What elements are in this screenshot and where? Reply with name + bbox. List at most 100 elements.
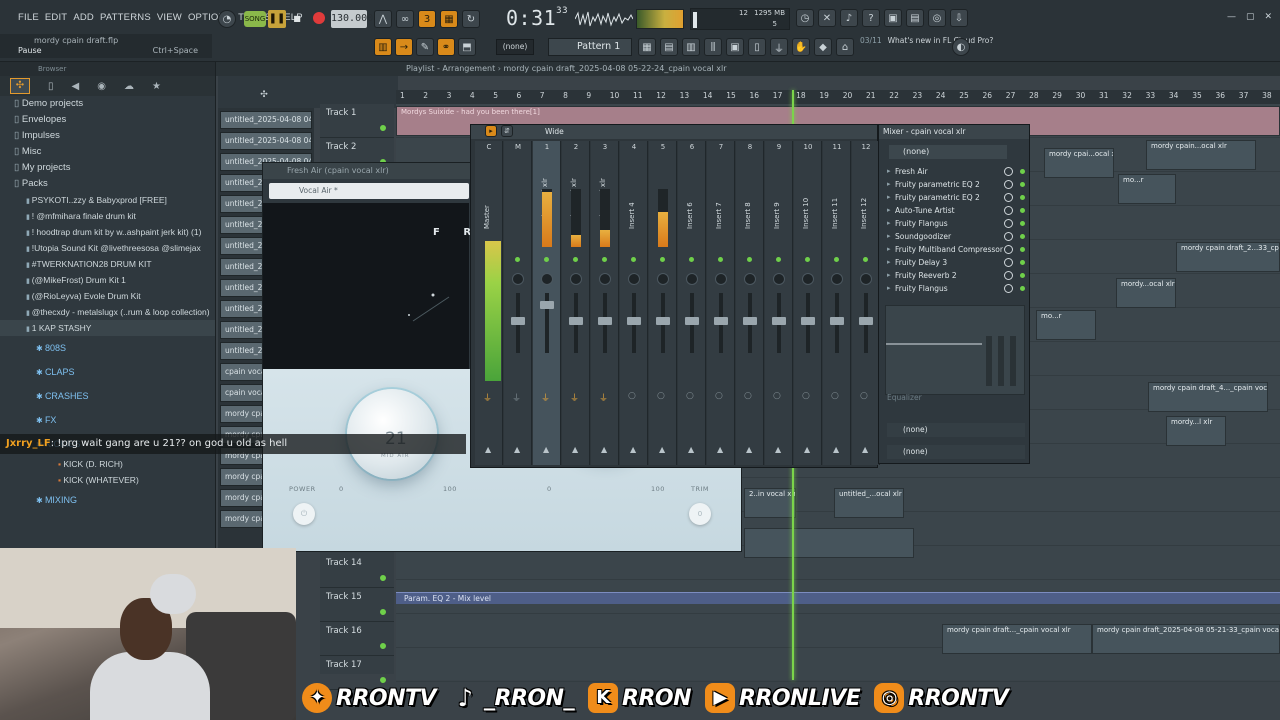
browser-star-icon[interactable]: ★ [152,81,161,92]
slot-enable-led[interactable] [1020,182,1025,187]
browser-item-leaf[interactable]: KICK (D. RICH) [0,456,215,472]
mixer-strip[interactable]: 5Insert 5○▲ [649,141,677,465]
browser-item-pack[interactable]: (@MikeFrost) Drum Kit 1 [0,272,215,288]
strip-enable-led[interactable] [602,257,607,262]
effect-slot[interactable]: Fruity parametric EQ 2 [887,191,1027,204]
slot-mix-knob[interactable] [1004,232,1013,241]
chat-icon[interactable]: ◎ [928,9,946,27]
send-arrow-icon[interactable]: ▲ [717,445,723,454]
fader-handle[interactable] [772,317,786,325]
send-arrow-icon[interactable]: ▲ [630,445,636,454]
strip-enable-led[interactable] [515,257,520,262]
strip-enable-led[interactable] [747,257,752,262]
effect-slot[interactable]: Soundgoodizer [887,230,1027,243]
browser-item-pack[interactable]: !Utopia Sound Kit @livethreesosa @slimej… [0,240,215,256]
fader-handle[interactable] [656,317,670,325]
power-button[interactable]: ⏻ [293,503,315,525]
strip-enable-led[interactable] [660,257,665,262]
tools-icon[interactable]: ✕ [818,9,836,27]
marker-icon[interactable]: ◆ [814,38,832,56]
countdown-icon[interactable]: 3 [418,10,436,28]
mixer-input[interactable]: (none) [889,145,1007,159]
fader-handle[interactable] [598,317,612,325]
menu-view[interactable]: VIEW [157,12,182,23]
download-icon[interactable]: ⇩ [950,9,968,27]
slot-enable-led[interactable] [1020,234,1025,239]
route-icon[interactable]: ○ [860,391,868,401]
browser-item-pack[interactable]: ! hoodtrap drum kit by w..ashpaint jerk … [0,224,215,240]
fader-handle[interactable] [627,317,641,325]
track-enable-led[interactable] [380,125,386,131]
maximize-icon[interactable]: ▢ [1246,12,1255,22]
mixer-strip[interactable]: 10 Insert 10 ○ ▲ [794,141,822,465]
mixer-strip[interactable]: 11 Insert 11 ○ ▲ [823,141,851,465]
clip-vocal[interactable]: 2..in vocal xlr [744,488,796,518]
mixer-strip[interactable]: 3cpain vocal xlr⏚▲ [591,141,619,465]
playlist-menu-icon[interactable]: ✣ [256,88,272,102]
browser-item-sub[interactable]: 808S [0,336,215,360]
slot-enable-led[interactable] [1020,221,1025,226]
wait-icon[interactable]: ∞ [396,10,414,28]
snap-icon[interactable]: ◷ [796,9,814,27]
route-icon[interactable]: ○ [715,391,723,401]
pan-knob[interactable] [744,273,756,285]
channel-rack-icon[interactable]: ▦ [638,38,656,56]
route-icon[interactable]: ⏚ [483,391,492,404]
browser-item-sub[interactable]: MIXING [0,488,215,512]
send-arrow-icon[interactable]: ▲ [688,445,694,454]
news-panel[interactable]: 03/11 What's new in FL Cloud Pro? [860,36,993,46]
slot-mix-knob[interactable] [1004,245,1013,254]
stop-button[interactable]: ■ [290,10,304,28]
route-icon[interactable]: ⏚ [599,391,608,404]
route-icon[interactable]: ⏚ [512,391,521,404]
rec-mode-icon[interactable]: ◔ [218,10,236,28]
send-arrow-icon[interactable]: ▲ [572,445,578,454]
track-enable-led[interactable] [380,643,386,649]
menu-add[interactable]: ADD [73,12,94,23]
browser-item-leaf[interactable]: KICK (WHATEVER) [0,472,215,488]
pan-knob[interactable] [860,273,872,285]
menu-patterns[interactable]: PATTERNS [100,12,151,23]
route-icon[interactable]: ○ [802,391,810,401]
playlist-view-icon[interactable]: ▥ [374,38,392,56]
route-icon[interactable]: ○ [628,391,636,401]
track-header[interactable]: Track 15 [320,588,394,622]
mixer-strip[interactable]: 7 Insert 7 ○ ▲ [707,141,735,465]
slot-mix-knob[interactable] [1004,206,1013,215]
pan-knob[interactable] [628,273,640,285]
clip-vocal[interactable]: untitled_...ocal xlr [834,488,904,518]
send-arrow-icon[interactable]: ▲ [543,445,549,454]
fader-handle[interactable] [743,317,757,325]
mixer-strip[interactable]: 6 Insert 6 ○ ▲ [678,141,706,465]
mixer-output-1[interactable]: (none) [887,423,1025,437]
step-edit-icon[interactable]: ▦ [440,10,458,28]
route-icon[interactable]: ⏚ [541,391,550,404]
effect-slot[interactable]: Fruity Delay 3 [887,256,1027,269]
pattern-select-none[interactable]: (none) [496,39,534,55]
automation-clip[interactable]: Param. EQ 2 - Mix level [396,592,1280,604]
route-icon[interactable]: ○ [686,391,694,401]
slot-mix-knob[interactable] [1004,193,1013,202]
route-icon[interactable]: ○ [831,391,839,401]
effect-slot[interactable]: Fruity Multiband Compressor [887,243,1027,256]
link-icon[interactable]: ⚭ [437,38,455,56]
arrow-right-icon[interactable]: → [395,38,413,56]
slot-enable-led[interactable] [1020,247,1025,252]
fader-handle[interactable] [801,317,815,325]
mixer-menu-icon[interactable]: ▸ [485,125,497,137]
route-icon[interactable]: ○ [773,391,781,401]
clip-vocal[interactable]: mordy cpain...ocal xlr [1146,140,1256,170]
effect-slot[interactable]: Fruity parametric EQ 2 [887,178,1027,191]
strip-enable-led[interactable] [718,257,723,262]
pattern-selector[interactable]: Pattern 1 [548,38,632,56]
browser-item-folder[interactable]: Impulses [0,128,215,144]
send-arrow-icon[interactable]: ▲ [601,445,607,454]
trim-knob[interactable]: 0 [689,503,711,525]
clip-vocal[interactable]: mordy...l xlr [1166,416,1226,446]
effect-slot[interactable]: Fruity Flangus [887,217,1027,230]
browser-all-icon[interactable]: ✣ [10,78,30,94]
mic-icon[interactable]: ♪ [840,9,858,27]
browser-item-folder[interactable]: Envelopes [0,112,215,128]
pan-knob[interactable] [512,273,524,285]
clip-vocal[interactable] [744,528,914,558]
